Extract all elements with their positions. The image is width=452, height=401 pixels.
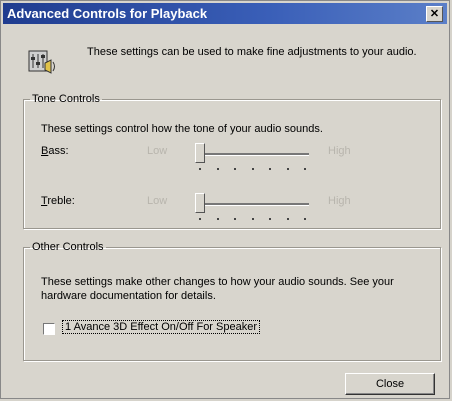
slider-tick	[304, 218, 306, 220]
bass-high-label: High	[328, 145, 351, 157]
treble-label: Treble:	[41, 195, 75, 207]
slider-tick	[216, 218, 219, 220]
tone-controls-group: Tone Controls	[23, 93, 441, 229]
close-button-label: Close	[375, 378, 405, 390]
intro-text: These settings can be used to make fine …	[87, 46, 417, 58]
treble-high-label: High	[328, 195, 351, 207]
tone-controls-legend: Tone Controls	[32, 93, 100, 105]
slider-tick	[199, 168, 201, 170]
treble-slider-track[interactable]	[195, 203, 309, 206]
bass-slider-thumb[interactable]	[195, 143, 205, 163]
slider-tick	[286, 218, 289, 220]
slider-tick	[234, 168, 236, 170]
tone-controls-description: These settings control how the tone of y…	[41, 123, 323, 135]
window-close-button[interactable]: ✕	[426, 6, 443, 22]
slider-tick	[234, 218, 236, 220]
dialog-window: Advanced Controls for Playback ✕ These s…	[0, 0, 450, 399]
bass-label: Bass:	[41, 145, 69, 157]
bass-slider-track[interactable]	[195, 153, 309, 156]
window-title: Advanced Controls for Playback	[7, 6, 208, 21]
audio-settings-icon	[28, 50, 55, 74]
close-button[interactable]: Close	[345, 373, 435, 395]
slider-tick	[251, 168, 254, 170]
slider-tick	[269, 168, 271, 170]
slider-tick	[269, 218, 271, 220]
slider-tick	[251, 218, 254, 220]
slider-tick	[286, 168, 289, 170]
avance-3d-label[interactable]: 1 Avance 3D Effect On/Off For Speaker	[62, 320, 260, 334]
avance-3d-checkbox[interactable]	[43, 323, 55, 335]
slider-tick	[216, 168, 219, 170]
treble-low-label: Low	[147, 195, 168, 207]
other-controls-legend: Other Controls	[32, 241, 104, 253]
bass-low-label: Low	[147, 145, 168, 157]
treble-slider-thumb[interactable]	[195, 193, 205, 213]
close-icon: ✕	[429, 7, 440, 20]
slider-tick	[199, 218, 201, 220]
title-bar[interactable]: Advanced Controls for Playback ✕	[3, 3, 447, 24]
slider-tick	[304, 168, 306, 170]
other-controls-description: These settings make other changes to how…	[41, 276, 394, 302]
